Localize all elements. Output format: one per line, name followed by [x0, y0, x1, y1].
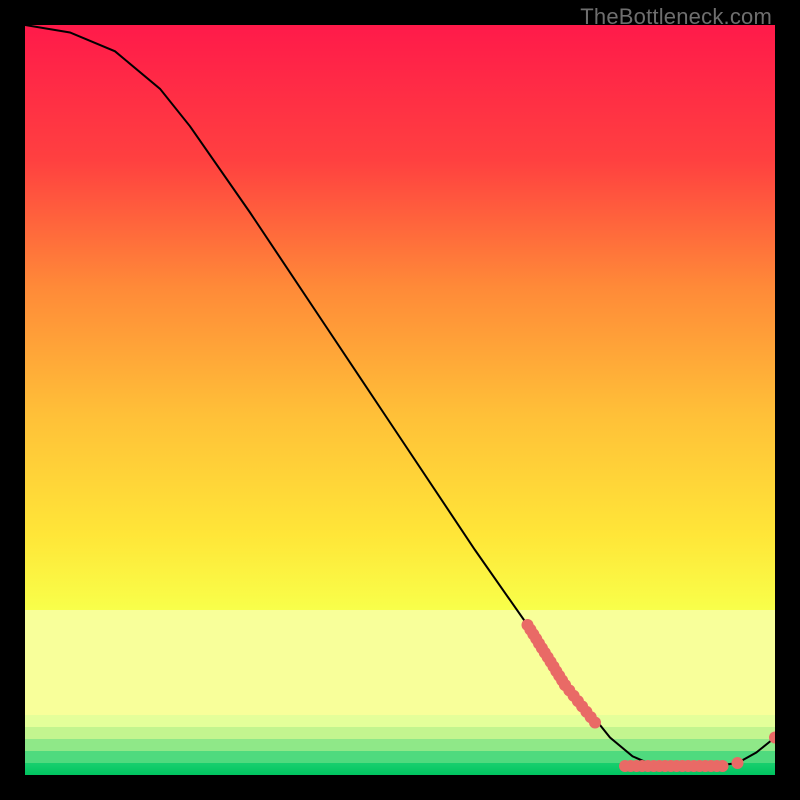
chart-stage: TheBottleneck.com: [0, 0, 800, 800]
data-dot: [717, 760, 729, 772]
gradient-background: [25, 25, 775, 775]
bottleneck-chart: [25, 25, 775, 775]
data-dot: [732, 757, 744, 769]
data-dot: [589, 717, 601, 729]
